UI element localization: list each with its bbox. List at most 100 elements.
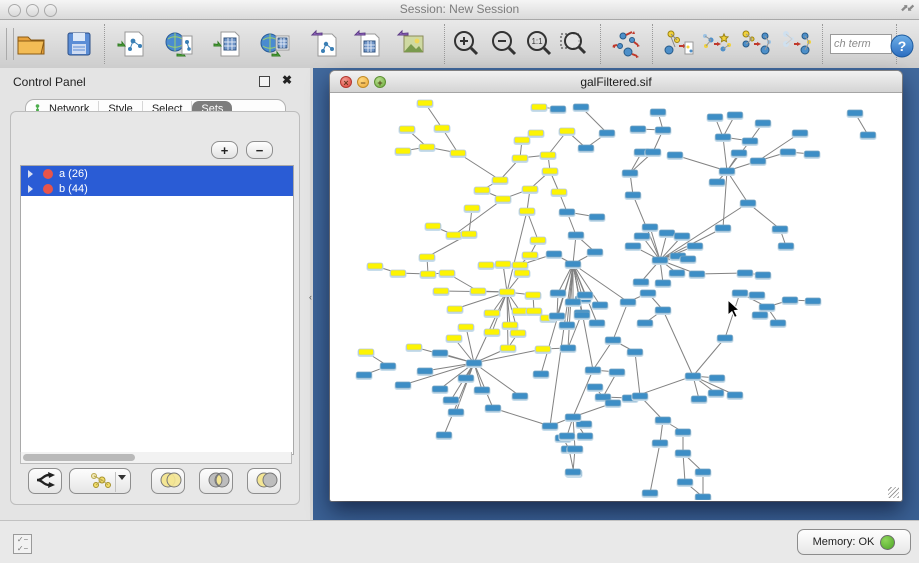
difference-sets-button[interactable] [247, 468, 281, 494]
graph-node-selected[interactable] [440, 270, 455, 276]
graph-node[interactable] [660, 230, 675, 236]
graph-node[interactable] [578, 292, 593, 298]
graph-node[interactable] [678, 479, 693, 485]
graph-node[interactable] [656, 417, 671, 423]
zoom-fit-selected-button[interactable] [555, 25, 593, 63]
graph-node[interactable] [449, 409, 464, 415]
graph-node-selected[interactable] [532, 104, 547, 110]
horizontal-scrollbar[interactable] [20, 452, 292, 464]
graph-node[interactable] [621, 299, 636, 305]
graph-node-selected[interactable] [511, 330, 526, 336]
graph-node-selected[interactable] [526, 292, 541, 298]
network-canvas[interactable] [331, 93, 901, 500]
graph-node[interactable] [756, 272, 771, 278]
graph-node[interactable] [716, 134, 731, 140]
graph-node[interactable] [651, 109, 666, 115]
graph-node[interactable] [756, 120, 771, 126]
graph-node[interactable] [486, 405, 501, 411]
graph-node[interactable] [688, 243, 703, 249]
splitter-collapse-icon[interactable]: ‹ [309, 292, 312, 302]
graph-node[interactable] [710, 375, 725, 381]
graph-node-selected[interactable] [496, 261, 511, 267]
import-table-web-button[interactable] [257, 25, 295, 63]
help-button[interactable]: ? [884, 28, 916, 60]
graph-node[interactable] [760, 304, 775, 310]
add-set-button[interactable]: + [211, 141, 238, 159]
graph-node-selected[interactable] [448, 306, 463, 312]
graph-node-selected[interactable] [447, 232, 462, 238]
graph-node-selected[interactable] [515, 137, 530, 143]
zoom-out-button[interactable] [485, 25, 523, 63]
graph-node[interactable] [381, 363, 396, 369]
graph-node[interactable] [738, 270, 753, 276]
graph-node[interactable] [720, 168, 735, 174]
graph-node[interactable] [606, 337, 621, 343]
graph-node[interactable] [596, 394, 611, 400]
network-window-titlebar[interactable]: × − + galFiltered.sif [330, 71, 902, 93]
graph-node[interactable] [728, 112, 743, 118]
graph-node[interactable] [656, 307, 671, 313]
set-row[interactable]: a (26) [21, 166, 293, 181]
graph-node-selected[interactable] [501, 345, 516, 351]
graph-node-selected[interactable] [465, 205, 480, 211]
graph-node[interactable] [588, 384, 603, 390]
graph-node-selected[interactable] [462, 231, 477, 237]
graph-node[interactable] [574, 104, 589, 110]
graph-node[interactable] [623, 170, 638, 176]
graph-node[interactable] [626, 243, 641, 249]
graph-node[interactable] [467, 360, 482, 366]
open-session-button[interactable] [12, 25, 50, 63]
graph-node[interactable] [593, 302, 608, 308]
intersection-sets-button[interactable] [199, 468, 233, 494]
graph-node[interactable] [633, 393, 648, 399]
graph-node[interactable] [560, 209, 575, 215]
graph-node[interactable] [568, 446, 583, 452]
graph-node-selected[interactable] [515, 270, 530, 276]
search-input[interactable] [830, 34, 892, 54]
graph-node[interactable] [433, 350, 448, 356]
graph-node[interactable] [741, 200, 756, 206]
graph-node[interactable] [631, 126, 646, 132]
graph-node-selected[interactable] [523, 252, 538, 258]
graph-node[interactable] [675, 233, 690, 239]
graph-node[interactable] [459, 375, 474, 381]
graph-node-selected[interactable] [513, 155, 528, 161]
graph-node-selected[interactable] [451, 150, 466, 156]
graph-node-selected[interactable] [529, 130, 544, 136]
graph-node[interactable] [475, 387, 490, 393]
graph-node[interactable] [718, 335, 733, 341]
graph-node[interactable] [606, 400, 621, 406]
graph-node[interactable] [534, 371, 549, 377]
graph-node-selected[interactable] [396, 148, 411, 154]
graph-node[interactable] [600, 130, 615, 136]
graph-node[interactable] [690, 271, 705, 277]
graph-node[interactable] [643, 490, 658, 496]
graph-node[interactable] [569, 232, 584, 238]
graph-node[interactable] [656, 127, 671, 133]
import-network-file-button[interactable] [113, 25, 151, 63]
graph-node-selected[interactable] [391, 270, 406, 276]
zoom-actual-size-button[interactable]: 1:1 [520, 25, 558, 63]
deselect-hidden-button[interactable] [777, 25, 815, 63]
graph-node-selected[interactable] [527, 308, 542, 314]
graph-node[interactable] [543, 423, 558, 429]
graph-node[interactable] [733, 290, 748, 296]
graph-node[interactable] [676, 429, 691, 435]
graph-node-selected[interactable] [359, 349, 374, 355]
graph-node-selected[interactable] [420, 254, 435, 260]
expand-triangle-icon[interactable] [28, 185, 33, 193]
graph-node-selected[interactable] [400, 126, 415, 132]
graph-node-selected[interactable] [426, 223, 441, 229]
graph-node[interactable] [638, 320, 653, 326]
graph-node[interactable] [551, 290, 566, 296]
split-sets-button[interactable] [28, 468, 62, 494]
graph-node[interactable] [771, 320, 786, 326]
graph-node[interactable] [781, 149, 796, 155]
graph-node-selected[interactable] [368, 263, 383, 269]
graph-node[interactable] [635, 233, 650, 239]
graph-node[interactable] [709, 390, 724, 396]
graph-node-selected[interactable] [421, 271, 436, 277]
graph-node[interactable] [806, 298, 821, 304]
graph-node-selected[interactable] [459, 324, 474, 330]
graph-node[interactable] [773, 226, 788, 232]
